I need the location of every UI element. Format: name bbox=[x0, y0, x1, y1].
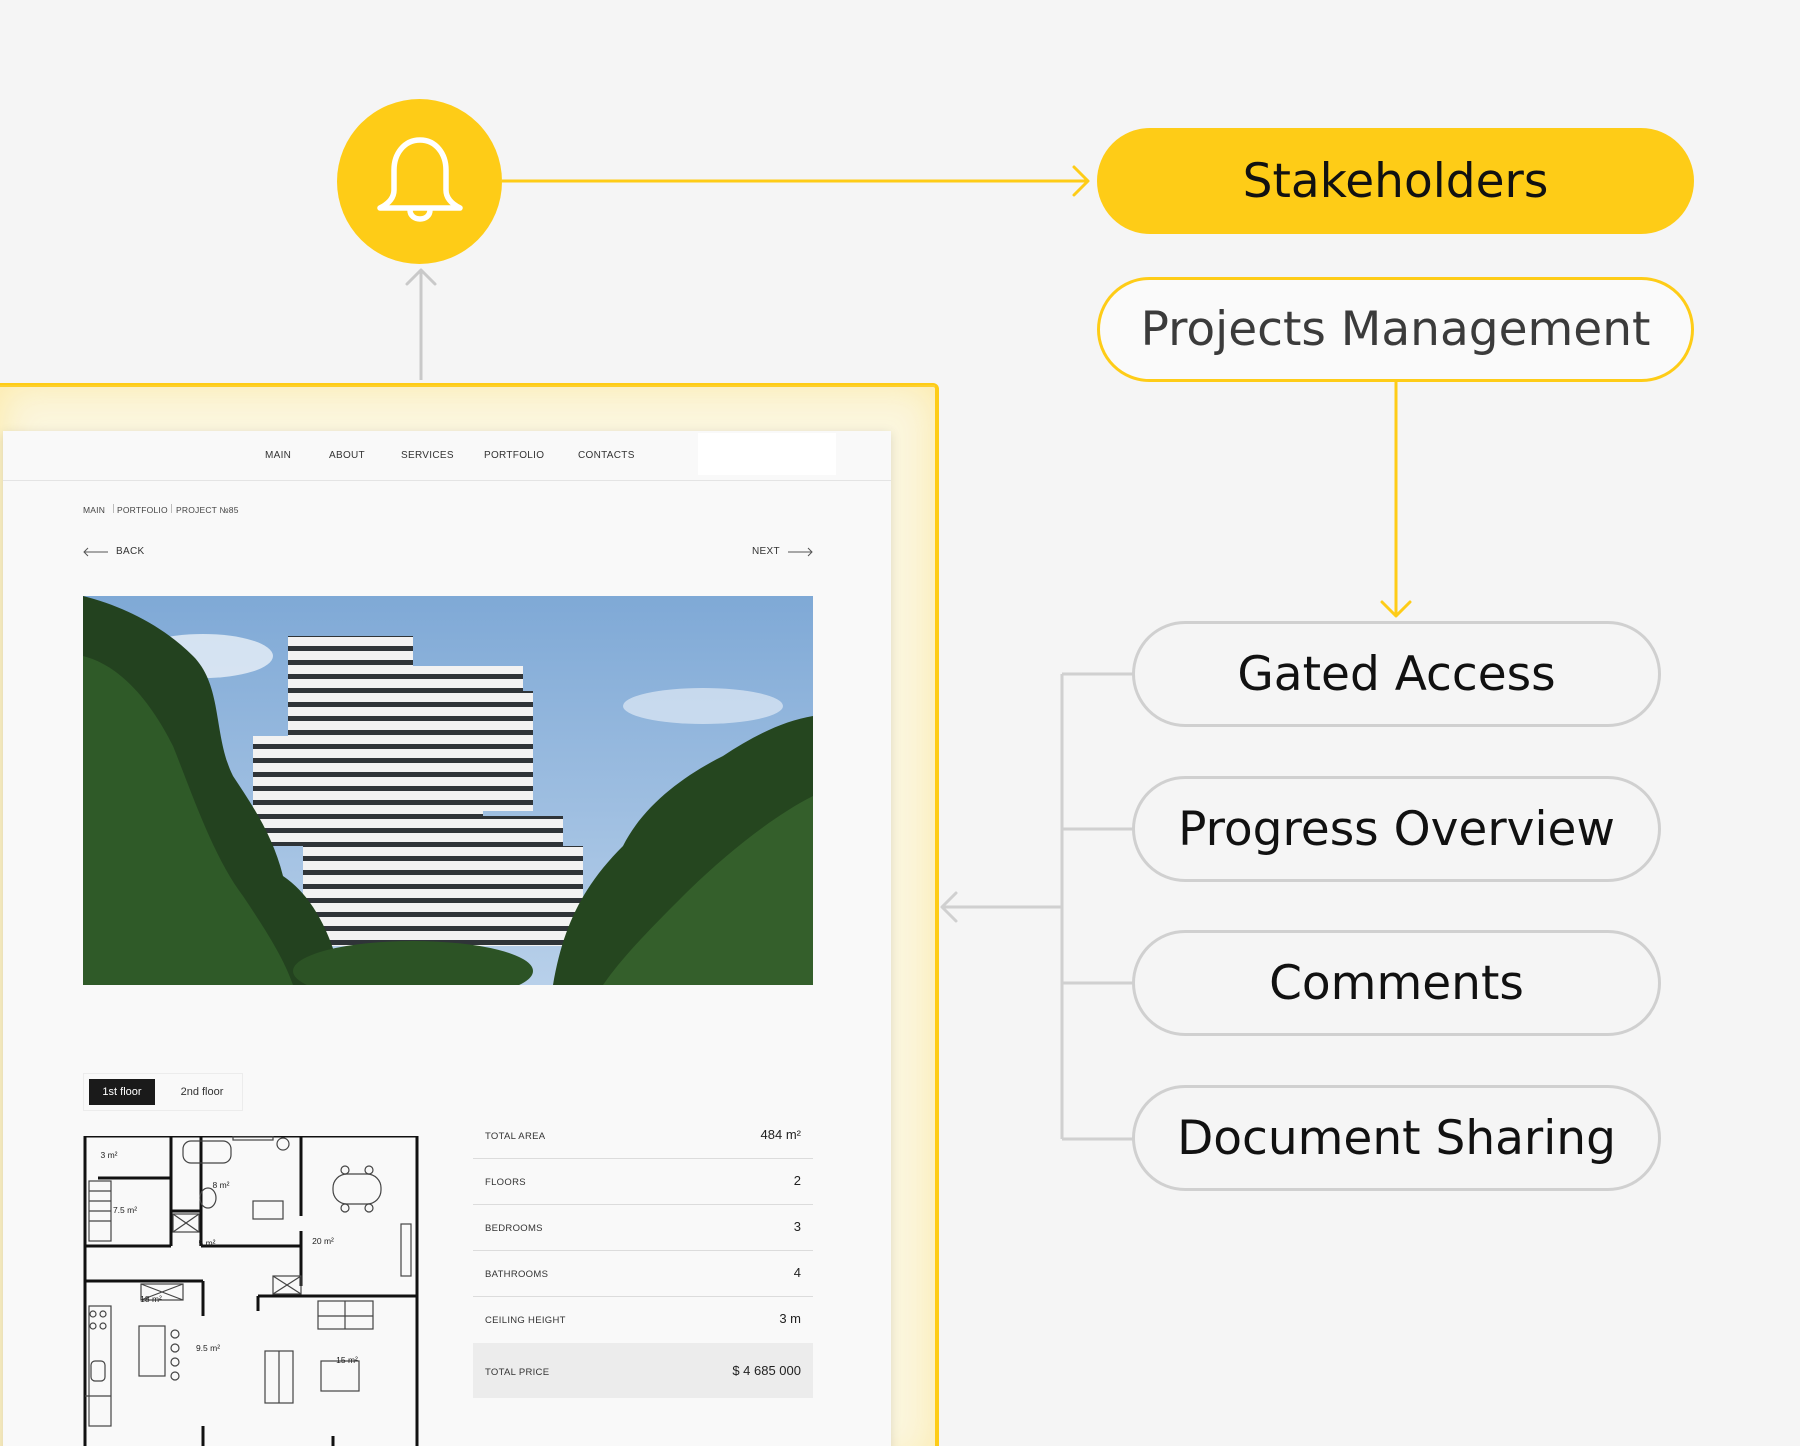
feature-progress-overview[interactable]: Progress Overview bbox=[1132, 776, 1661, 882]
spec-row-ceiling-height: CEILING HEIGHT 3 m bbox=[473, 1297, 813, 1343]
spec-row-total-price: TOTAL PRICE $ 4 685 000 bbox=[473, 1343, 813, 1398]
nav-contacts[interactable]: CONTACTS bbox=[578, 450, 635, 461]
projects-management-node[interactable]: Projects Management bbox=[1097, 277, 1694, 382]
breadcrumb-separator bbox=[171, 504, 172, 513]
spec-label: TOTAL AREA bbox=[485, 1131, 546, 1142]
room-area-label: 18 m² bbox=[140, 1294, 162, 1304]
tab-1st-floor[interactable]: 1st floor bbox=[89, 1079, 155, 1105]
project-webpage: MAIN ABOUT SERVICES PORTFOLIO CONTACTS M… bbox=[3, 431, 891, 1446]
tab-2nd-floor[interactable]: 2nd floor bbox=[166, 1079, 238, 1105]
breadcrumb-portfolio[interactable]: PORTFOLIO bbox=[117, 505, 168, 515]
back-label: BACK bbox=[116, 546, 145, 557]
spec-row-bathrooms: BATHROOMS 4 bbox=[473, 1251, 813, 1297]
spec-label: BEDROOMS bbox=[485, 1223, 543, 1234]
feature-comments[interactable]: Comments bbox=[1132, 930, 1661, 1036]
floor-plan-drawing: 3 m² 8 m² 7.5 m² 5 m² 20 m² 18 m² 9.5 m²… bbox=[83, 1134, 419, 1446]
top-navigation: MAIN ABOUT SERVICES PORTFOLIO CONTACTS bbox=[3, 431, 891, 481]
floor-plan: 3 m² 8 m² 7.5 m² 5 m² 20 m² 18 m² 9.5 m²… bbox=[83, 1134, 419, 1446]
spec-row-floors: FLOORS 2 bbox=[473, 1159, 813, 1205]
bell-node[interactable] bbox=[337, 99, 502, 264]
nav-main[interactable]: MAIN bbox=[265, 450, 291, 461]
spec-row-total-area: TOTAL AREA 484 m² bbox=[473, 1113, 813, 1159]
room-area-label: 9.5 m² bbox=[196, 1343, 220, 1353]
feature-document-sharing[interactable]: Document Sharing bbox=[1132, 1085, 1661, 1191]
room-area-label: 3 m² bbox=[101, 1150, 118, 1160]
spec-label: FLOORS bbox=[485, 1177, 526, 1188]
spec-value: 3 bbox=[793, 1219, 801, 1234]
breadcrumb-separator bbox=[113, 504, 114, 513]
total-price-value: $ 4 685 000 bbox=[732, 1363, 801, 1378]
spec-row-bedrooms: BEDROOMS 3 bbox=[473, 1205, 813, 1251]
spec-value: 3 m bbox=[779, 1311, 801, 1326]
breadcrumb-project: PROJECT №85 bbox=[176, 505, 239, 515]
room-area-label: 20 m² bbox=[312, 1236, 334, 1246]
room-area-label: 5 m² bbox=[199, 1238, 216, 1248]
stakeholders-node[interactable]: Stakeholders bbox=[1097, 128, 1694, 234]
room-area-label: 8 m² bbox=[213, 1180, 230, 1190]
nav-logo-placeholder bbox=[698, 433, 836, 475]
spec-value: 4 bbox=[793, 1265, 801, 1280]
arrow-right-icon bbox=[788, 547, 813, 557]
bell-icon bbox=[376, 136, 463, 222]
room-area-label: 15 m² bbox=[336, 1355, 358, 1365]
project-photo bbox=[83, 596, 813, 985]
spec-value: 2 bbox=[793, 1173, 801, 1188]
building-image bbox=[83, 596, 813, 985]
nav-about[interactable]: ABOUT bbox=[329, 450, 365, 461]
total-price-label: TOTAL PRICE bbox=[485, 1367, 550, 1378]
spec-label: BATHROOMS bbox=[485, 1269, 549, 1280]
spec-value: 484 m² bbox=[760, 1127, 801, 1142]
room-area-label: 7.5 m² bbox=[113, 1205, 137, 1215]
nav-portfolio[interactable]: PORTFOLIO bbox=[484, 450, 544, 461]
arrow-left-icon bbox=[83, 547, 108, 557]
nav-services[interactable]: SERVICES bbox=[401, 450, 454, 461]
next-label: NEXT bbox=[752, 546, 780, 557]
spec-label: CEILING HEIGHT bbox=[485, 1315, 566, 1326]
breadcrumb-main[interactable]: MAIN bbox=[83, 505, 105, 515]
feature-gated-access[interactable]: Gated Access bbox=[1132, 621, 1661, 727]
